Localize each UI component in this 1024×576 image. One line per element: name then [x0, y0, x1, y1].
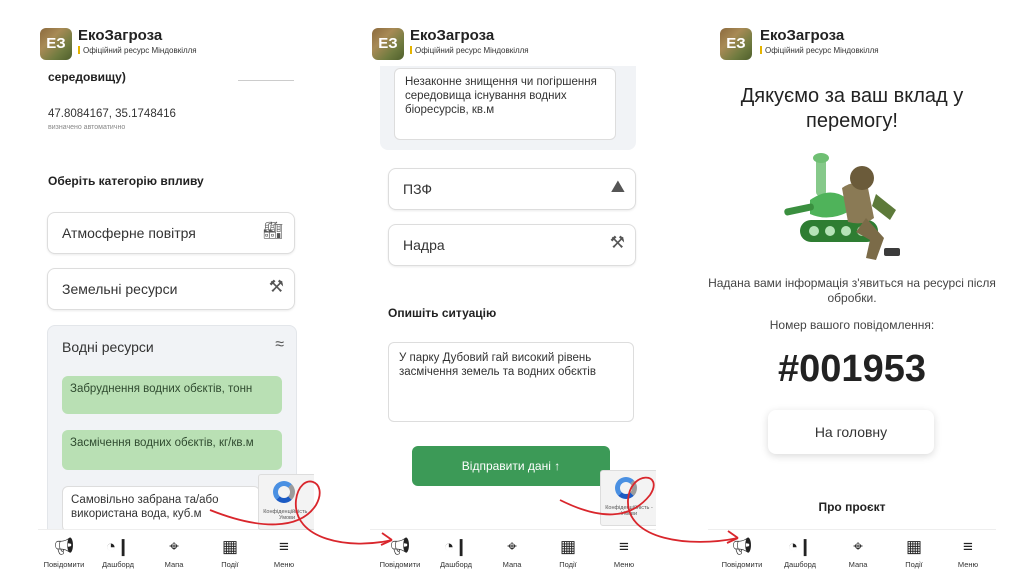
dashboard-icon: ◔❙: [443, 537, 469, 556]
map-icon: ⌖: [169, 537, 179, 556]
water-option-biores[interactable]: Незаконне знищення чи погіршення середов…: [394, 68, 616, 140]
megaphone-icon: 📢︎: [389, 537, 411, 556]
category-subsoil[interactable]: Надра ⚒: [388, 224, 636, 266]
coordinates-value: 47.8084167, 35.1748416: [48, 108, 176, 120]
nav-dashboard[interactable]: ◔❙ Дашборд: [772, 536, 828, 569]
shovel-icon: ⚒: [268, 277, 284, 296]
category-pzf[interactable]: ПЗФ ⛰︎: [388, 168, 636, 210]
megaphone-icon: 📢︎: [731, 537, 753, 556]
nav-dashboard[interactable]: ◔❙ Дашборд: [90, 536, 146, 569]
divider: [238, 80, 294, 81]
category-heading: Оберіть категорію впливу: [48, 174, 204, 188]
recaptcha-badge[interactable]: Конфіденційність - Умови: [600, 470, 656, 526]
screen-thank-you: ЕЗ ЕкоЗагроза Офіційний ресурс Міндовкіл…: [708, 14, 996, 576]
water-option-unauthorized[interactable]: Самовільно забрана та/або використана во…: [62, 486, 260, 532]
report-number: #001953: [778, 348, 926, 390]
app-subtitle: Офіційний ресурс Міндовкілля: [78, 46, 197, 55]
category-land[interactable]: Земельні ресурси ⚒: [47, 268, 295, 310]
shovel-icon: ⚒: [609, 233, 625, 252]
app-header: ЕЗ ЕкоЗагроза Офіційний ресурс Міндовкіл…: [370, 14, 656, 66]
nav-report[interactable]: 📢︎ Повідомити: [372, 536, 428, 569]
bottom-nav: 📢︎ Повідомити ◔❙ Дашборд ⌖ Мапа ▦ Події ≡ Мен…: [370, 529, 656, 576]
thanks-title: Дякуємо за ваш вклад у перемогу!: [740, 85, 964, 132]
app-subtitle: Офіційний ресурс Міндовкілля: [760, 46, 879, 55]
factory-icon: 🏭︎: [262, 221, 284, 240]
soldier-illustration: [784, 153, 900, 260]
home-button[interactable]: На головну: [768, 410, 934, 454]
water-option-littering[interactable]: Засмічення водних обєктів, кг/кв.м: [62, 430, 282, 470]
app-title: ЕкоЗагроза: [760, 27, 845, 44]
coordinates-note: визначено автоматично: [48, 124, 126, 131]
events-icon: ▦: [559, 537, 577, 556]
nav-events[interactable]: ▦ Події: [540, 536, 596, 569]
nav-map[interactable]: ⌖ Мапа: [146, 536, 202, 569]
app-logo: ЕЗ: [40, 28, 72, 60]
nav-report[interactable]: 📢︎ Повідомити: [714, 536, 770, 569]
water-panel-bottom: Незаконне знищення чи погіршення середов…: [380, 54, 636, 150]
app-title: ЕкоЗагроза: [78, 27, 163, 44]
screen-report-description: ЕЗ ЕкоЗагроза Офіційний ресурс Міндовкіл…: [370, 14, 656, 576]
describe-heading: Опишіть ситуацію: [388, 306, 497, 320]
megaphone-icon: 📢︎: [53, 537, 75, 556]
nav-menu[interactable]: ≡ Меню: [940, 536, 996, 569]
app-header: ЕЗ ЕкоЗагроза Офіційний ресурс Міндовкіл…: [38, 14, 314, 66]
info-text: Надана вами інформація з'явиться на ресу…: [708, 276, 996, 305]
menu-icon: ≡: [963, 537, 973, 556]
app-subtitle: Офіційний ресурс Міндовкілля: [410, 46, 529, 55]
waves-icon: ≈: [275, 336, 284, 353]
about-heading: Про проєкт: [818, 500, 886, 514]
nav-report[interactable]: 📢︎ Повідомити: [38, 536, 92, 569]
dashboard-icon: ◔❙: [105, 537, 131, 556]
water-option-pollution[interactable]: Забруднення водних обєктів, тонн: [62, 376, 282, 414]
field-cut-label: середовищу): [48, 70, 126, 84]
nav-menu[interactable]: ≡ Меню: [596, 536, 652, 569]
description-textarea[interactable]: У парку Дубовий гай високий рівень засмі…: [388, 342, 634, 422]
category-water-label: Водні ресурси: [62, 339, 154, 355]
map-icon: ⌖: [507, 537, 517, 556]
category-land-label: Земельні ресурси: [62, 281, 178, 297]
recaptcha-text: Конфіденційність - Умови: [605, 505, 653, 517]
nav-map[interactable]: ⌖ Мапа: [484, 536, 540, 569]
category-pzf-label: ПЗФ: [403, 181, 433, 197]
app-logo: ЕЗ: [720, 28, 752, 60]
recaptcha-badge[interactable]: Конфіденційність - Умови: [258, 474, 314, 530]
menu-icon: ≡: [279, 537, 289, 556]
map-icon: ⌖: [853, 537, 863, 556]
events-icon: ▦: [905, 537, 923, 556]
nav-events[interactable]: ▦ Події: [202, 536, 258, 569]
category-air[interactable]: Атмосферне повітря 🏭︎: [47, 212, 295, 254]
nav-menu[interactable]: ≡ Меню: [256, 536, 312, 569]
nav-events[interactable]: ▦ Події: [886, 536, 942, 569]
app-title: ЕкоЗагроза: [410, 27, 495, 44]
app-logo: ЕЗ: [372, 28, 404, 60]
bottom-nav: 📢︎ Повідомити ◔❙ Дашборд ⌖ Мапа ▦ Події ≡ Мен…: [38, 529, 314, 576]
submit-button[interactable]: Відправити дані ↑: [412, 446, 610, 486]
nav-dashboard[interactable]: ◔❙ Дашборд: [428, 536, 484, 569]
recaptcha-text: Конфіденційність - Умови: [263, 509, 311, 521]
recaptcha-icon: [273, 481, 295, 503]
category-air-label: Атмосферне повітря: [62, 225, 196, 241]
screen-report-categories: ЕЗ ЕкоЗагроза Офіційний ресурс Міндовкіл…: [38, 14, 314, 576]
app-header: ЕЗ ЕкоЗагроза Офіційний ресурс Міндовкіл…: [708, 14, 996, 66]
number-label: Номер вашого повідомлення:: [769, 318, 935, 332]
mountain-icon: ⛰︎: [610, 177, 625, 196]
bottom-nav: 📢︎ Повідомити ◔❙ Дашборд ⌖ Мапа ▦ Події ≡ Мен…: [708, 529, 996, 576]
dashboard-icon: ◔❙: [787, 537, 813, 556]
category-subsoil-label: Надра: [403, 237, 445, 253]
nav-map[interactable]: ⌖ Мапа: [830, 536, 886, 569]
menu-icon: ≡: [619, 537, 629, 556]
recaptcha-icon: [615, 477, 637, 499]
events-icon: ▦: [221, 537, 239, 556]
